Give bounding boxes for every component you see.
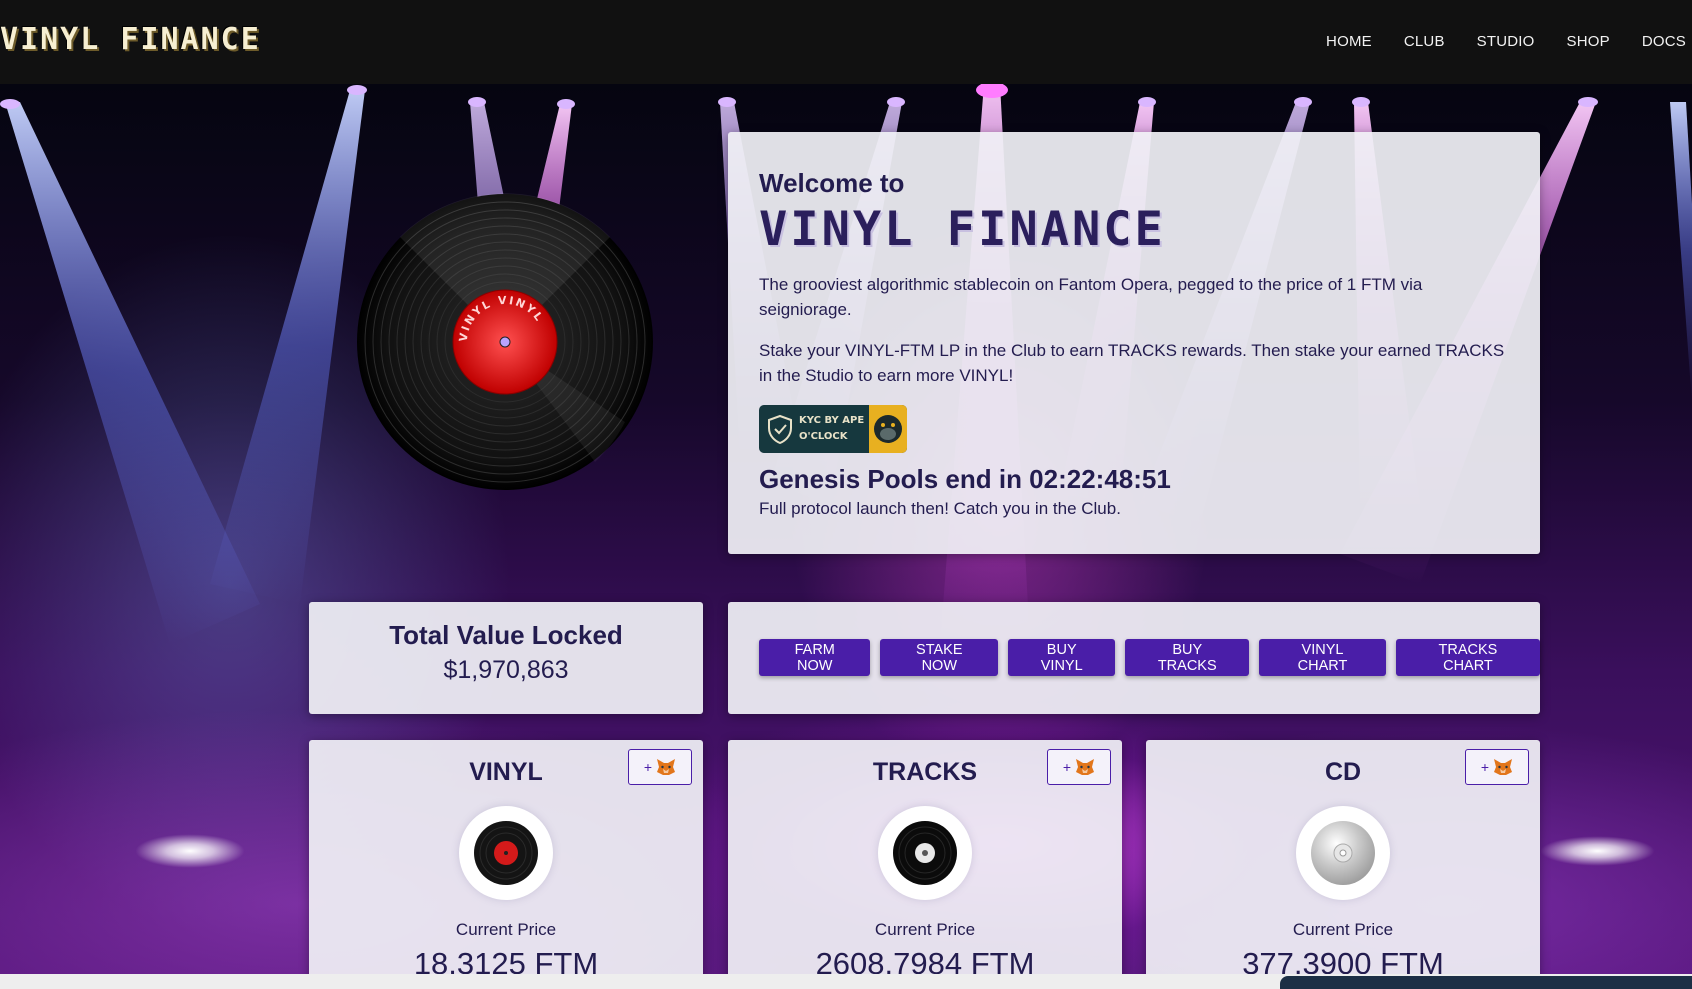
tvl-value: $1,970,863 <box>443 656 569 684</box>
nav-shop[interactable]: SHOP <box>1567 33 1610 50</box>
add-to-metamask-button[interactable]: + <box>628 749 692 785</box>
token-icon-frame <box>459 806 553 900</box>
vinyl-record-black-icon <box>893 821 957 885</box>
buy-tracks-button[interactable]: BUY TRACKS <box>1125 639 1250 676</box>
token-card-cd: CD + Current Price 377.3900 FTM <box>1146 740 1540 989</box>
compact-disc-icon <box>1311 821 1375 885</box>
plus-label: + <box>643 759 653 775</box>
tvl-card: Total Value Locked $1,970,863 <box>309 602 703 714</box>
token-card-vinyl: VINYL + Current Price 18.3125 FTM <box>309 740 703 989</box>
vinyl-record-image: VINYL VINYL <box>357 193 653 490</box>
vinyl-record-red-icon <box>474 821 538 885</box>
welcome-pretitle: Welcome to <box>759 168 905 198</box>
main-nav: HOME CLUB STUDIO SHOP DOCS <box>1326 33 1686 50</box>
welcome-staking-info: Stake your VINYL-FTM LP in the Club to e… <box>759 341 1505 385</box>
farm-now-button[interactable]: FARM NOW <box>759 639 871 676</box>
nav-home[interactable]: HOME <box>1326 33 1372 50</box>
metamask-fox-icon <box>1076 759 1095 775</box>
nav-docs[interactable]: DOCS <box>1642 33 1686 50</box>
floor-light-right <box>1540 836 1655 866</box>
tvl-label: Total Value Locked <box>389 620 623 650</box>
top-navbar: VINYL FINANCE HOME CLUB STUDIO SHOP DOCS <box>0 0 1692 84</box>
ape-logo-icon <box>869 405 907 453</box>
token-icon-frame <box>878 806 972 900</box>
floor-light-left <box>135 834 245 868</box>
price-label: Current Price <box>1292 920 1394 939</box>
add-to-metamask-button[interactable]: + <box>1465 749 1529 785</box>
price-label: Current Price <box>874 920 976 939</box>
actions-card: FARM NOW STAKE NOW BUY VINYL BUY TRACKS … <box>728 602 1541 714</box>
genesis-countdown: Genesis Pools end in 02:22:48:51 <box>759 464 1171 494</box>
add-to-metamask-button[interactable]: + <box>1047 749 1111 785</box>
kyc-badge-text: KYC BY APE O'CLOCK <box>799 415 865 442</box>
nav-studio[interactable]: STUDIO <box>1477 33 1535 50</box>
kyc-badge[interactable]: KYC BY APE O'CLOCK <box>759 405 907 453</box>
nav-club[interactable]: CLUB <box>1404 33 1445 50</box>
shield-check-icon <box>768 414 792 444</box>
plus-label: + <box>1062 759 1072 775</box>
buy-vinyl-button[interactable]: BUY VINYL <box>1008 639 1116 676</box>
launch-note: Full protocol launch then! Catch you in … <box>759 499 1121 518</box>
plus-label: + <box>1480 759 1490 775</box>
token-card-tracks: TRACKS + Current Price 2608.7984 FTM <box>728 740 1122 989</box>
metamask-fox-icon <box>657 759 676 775</box>
welcome-card: Welcome to VINYL FINANCE The grooviest a… <box>728 132 1540 554</box>
welcome-title: VINYL FINANCE <box>759 202 1166 257</box>
site-logo[interactable]: VINYL FINANCE <box>0 22 261 57</box>
price-label: Current Price <box>455 920 557 939</box>
bottom-popup-widget[interactable] <box>1280 976 1692 989</box>
metamask-fox-icon <box>1494 759 1513 775</box>
tracks-chart-button[interactable]: TRACKS CHART <box>1395 639 1541 676</box>
vinyl-chart-button[interactable]: VINYL CHART <box>1259 639 1386 676</box>
actions-button-row: FARM NOW STAKE NOW BUY VINYL BUY TRACKS … <box>759 639 1541 676</box>
welcome-description: The grooviest algorithmic stablecoin on … <box>759 275 1423 319</box>
token-icon-frame <box>1296 806 1390 900</box>
stake-now-button[interactable]: STAKE NOW <box>880 639 999 676</box>
